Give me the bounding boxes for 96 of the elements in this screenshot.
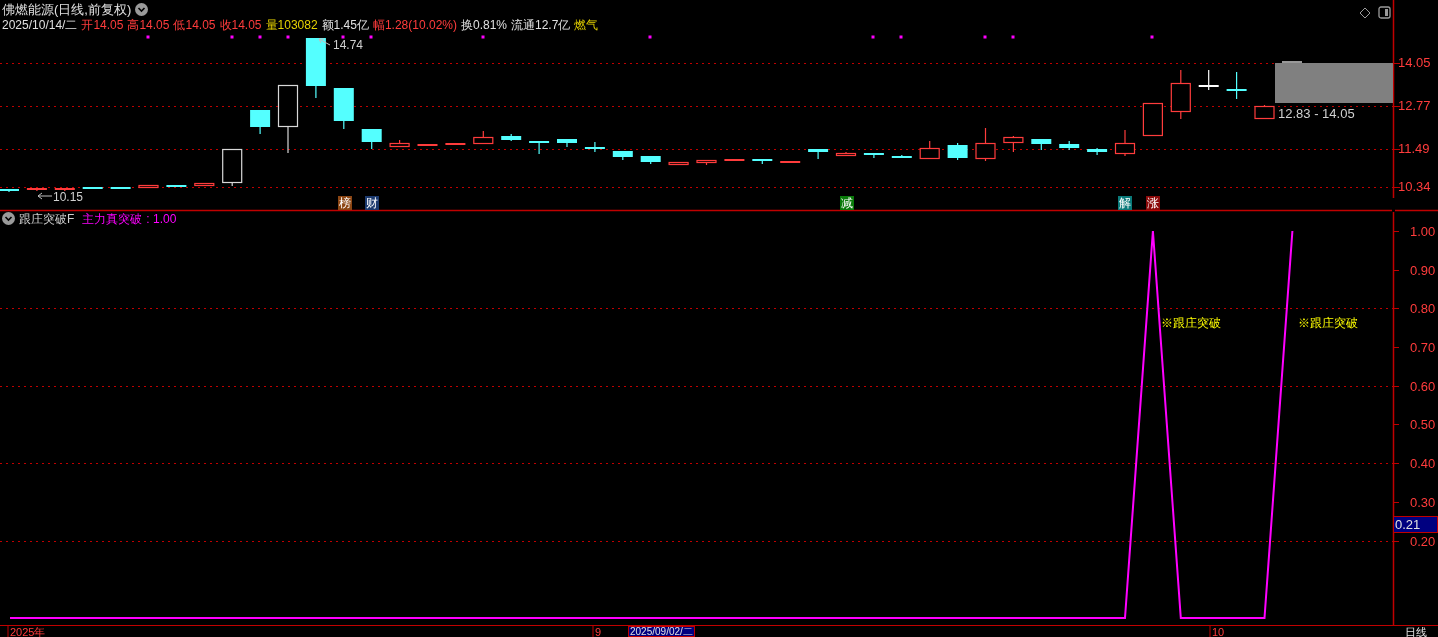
quote-field: 低14.05 bbox=[173, 19, 216, 31]
event-badge: 财 bbox=[365, 196, 379, 210]
axis-label: 0.60 bbox=[1410, 379, 1436, 393]
candle bbox=[612, 150, 633, 161]
candle bbox=[1031, 138, 1052, 151]
candle bbox=[863, 152, 884, 159]
candle bbox=[640, 155, 661, 165]
candle bbox=[1170, 69, 1191, 120]
candle bbox=[473, 130, 494, 145]
candle bbox=[445, 142, 466, 146]
candle bbox=[808, 148, 829, 160]
quote-field: 高14.05 bbox=[127, 19, 170, 31]
quote-field: 流通12.7亿 bbox=[511, 19, 571, 31]
axis-label: 0.30 bbox=[1410, 495, 1436, 509]
axis-label: 0.70 bbox=[1410, 340, 1436, 354]
quote-field: 2025/10/14/二 bbox=[2, 19, 78, 31]
candle bbox=[724, 158, 745, 162]
candle bbox=[54, 187, 75, 192]
candle bbox=[138, 184, 159, 189]
axis-label: 14.05 bbox=[1398, 56, 1431, 69]
candle bbox=[1198, 69, 1219, 91]
quote-field: 燃气 bbox=[574, 19, 599, 31]
candle bbox=[194, 182, 215, 187]
candle bbox=[668, 161, 689, 166]
signal-label: ※跟庄突破 bbox=[1298, 317, 1358, 329]
axis-label: 0.50 bbox=[1410, 417, 1436, 431]
candle bbox=[417, 143, 438, 147]
range-label: 12.83 - 14.05 bbox=[1278, 107, 1355, 120]
price-mark-line bbox=[1281, 61, 1303, 63]
candle bbox=[0, 188, 19, 193]
diamond-icon[interactable] bbox=[1359, 7, 1371, 19]
candle bbox=[975, 127, 996, 162]
candle bbox=[1254, 104, 1275, 120]
axis-label: 0.90 bbox=[1410, 263, 1436, 277]
chevron-down-icon[interactable] bbox=[2, 212, 15, 225]
candle bbox=[1226, 71, 1247, 100]
candle bbox=[529, 140, 550, 155]
candle bbox=[250, 109, 271, 135]
period-label[interactable]: 日线 bbox=[1405, 627, 1427, 637]
cursor-value-label: 0.21 bbox=[1393, 516, 1438, 533]
candle bbox=[1142, 102, 1163, 137]
axis-label: 11.49 bbox=[1398, 142, 1430, 155]
candle bbox=[277, 84, 299, 154]
candle bbox=[333, 87, 354, 130]
candle bbox=[82, 186, 103, 190]
axis-label: 0.40 bbox=[1410, 456, 1436, 470]
candle bbox=[584, 141, 605, 153]
candle bbox=[26, 187, 47, 192]
candle bbox=[696, 159, 717, 166]
legend-series-name: 主力真突破 bbox=[82, 212, 143, 225]
panel-toggle-icon[interactable] bbox=[1378, 6, 1391, 19]
candle bbox=[752, 158, 773, 165]
cursor-date-label: 2025/09/02/二 bbox=[628, 626, 695, 637]
signal-label: ※跟庄突破 bbox=[1161, 317, 1221, 329]
indicator-name: 跟庄突破F bbox=[19, 212, 75, 225]
date-label: 10 bbox=[1212, 627, 1225, 637]
candle bbox=[557, 138, 577, 148]
axis-label: 1.00 bbox=[1410, 224, 1436, 238]
candle bbox=[361, 128, 382, 150]
quote-field: 额1.45亿 bbox=[321, 19, 369, 31]
candle bbox=[835, 151, 857, 157]
candle bbox=[166, 184, 187, 188]
low-price-label: 10.15 bbox=[53, 191, 84, 203]
quote-field: 量103082 bbox=[265, 19, 318, 31]
candle bbox=[1087, 147, 1108, 156]
candle bbox=[110, 186, 131, 190]
quote-field: 收14.05 bbox=[219, 19, 262, 31]
event-badge: 榜 bbox=[338, 196, 352, 210]
event-badge: 减 bbox=[840, 196, 854, 210]
legend-value: : 1.00 bbox=[146, 212, 177, 225]
candle bbox=[780, 160, 801, 164]
event-badge: 涨 bbox=[1146, 196, 1160, 210]
chevron-down-icon[interactable] bbox=[135, 3, 149, 16]
axis-label: 0.20 bbox=[1410, 534, 1436, 548]
quote-field: 幅1.28(10.02%) bbox=[372, 19, 457, 31]
arrow-icon bbox=[37, 192, 53, 200]
axis-label: 10.34 bbox=[1398, 180, 1431, 193]
candle bbox=[501, 133, 522, 142]
candle bbox=[947, 142, 968, 161]
quote-field: 开14.05 bbox=[81, 19, 124, 31]
event-badge: 解 bbox=[1118, 196, 1132, 210]
axis-label: 12.77 bbox=[1398, 99, 1431, 112]
candle bbox=[1059, 140, 1080, 151]
candle bbox=[222, 148, 243, 187]
quote-field: 换0.81% bbox=[461, 19, 507, 31]
date-label: 2025年 bbox=[10, 627, 46, 637]
date-label: 9 bbox=[595, 627, 602, 637]
stock-title: 佛燃能源(日线,前复权) bbox=[2, 3, 132, 16]
candle bbox=[305, 37, 326, 99]
high-price-label: 14.74 bbox=[333, 39, 364, 51]
candle bbox=[1114, 129, 1136, 157]
arrow-icon bbox=[318, 38, 331, 46]
candle bbox=[1003, 135, 1024, 153]
candle bbox=[389, 139, 410, 148]
candle bbox=[919, 140, 940, 160]
axis-label: 0.80 bbox=[1410, 301, 1436, 315]
